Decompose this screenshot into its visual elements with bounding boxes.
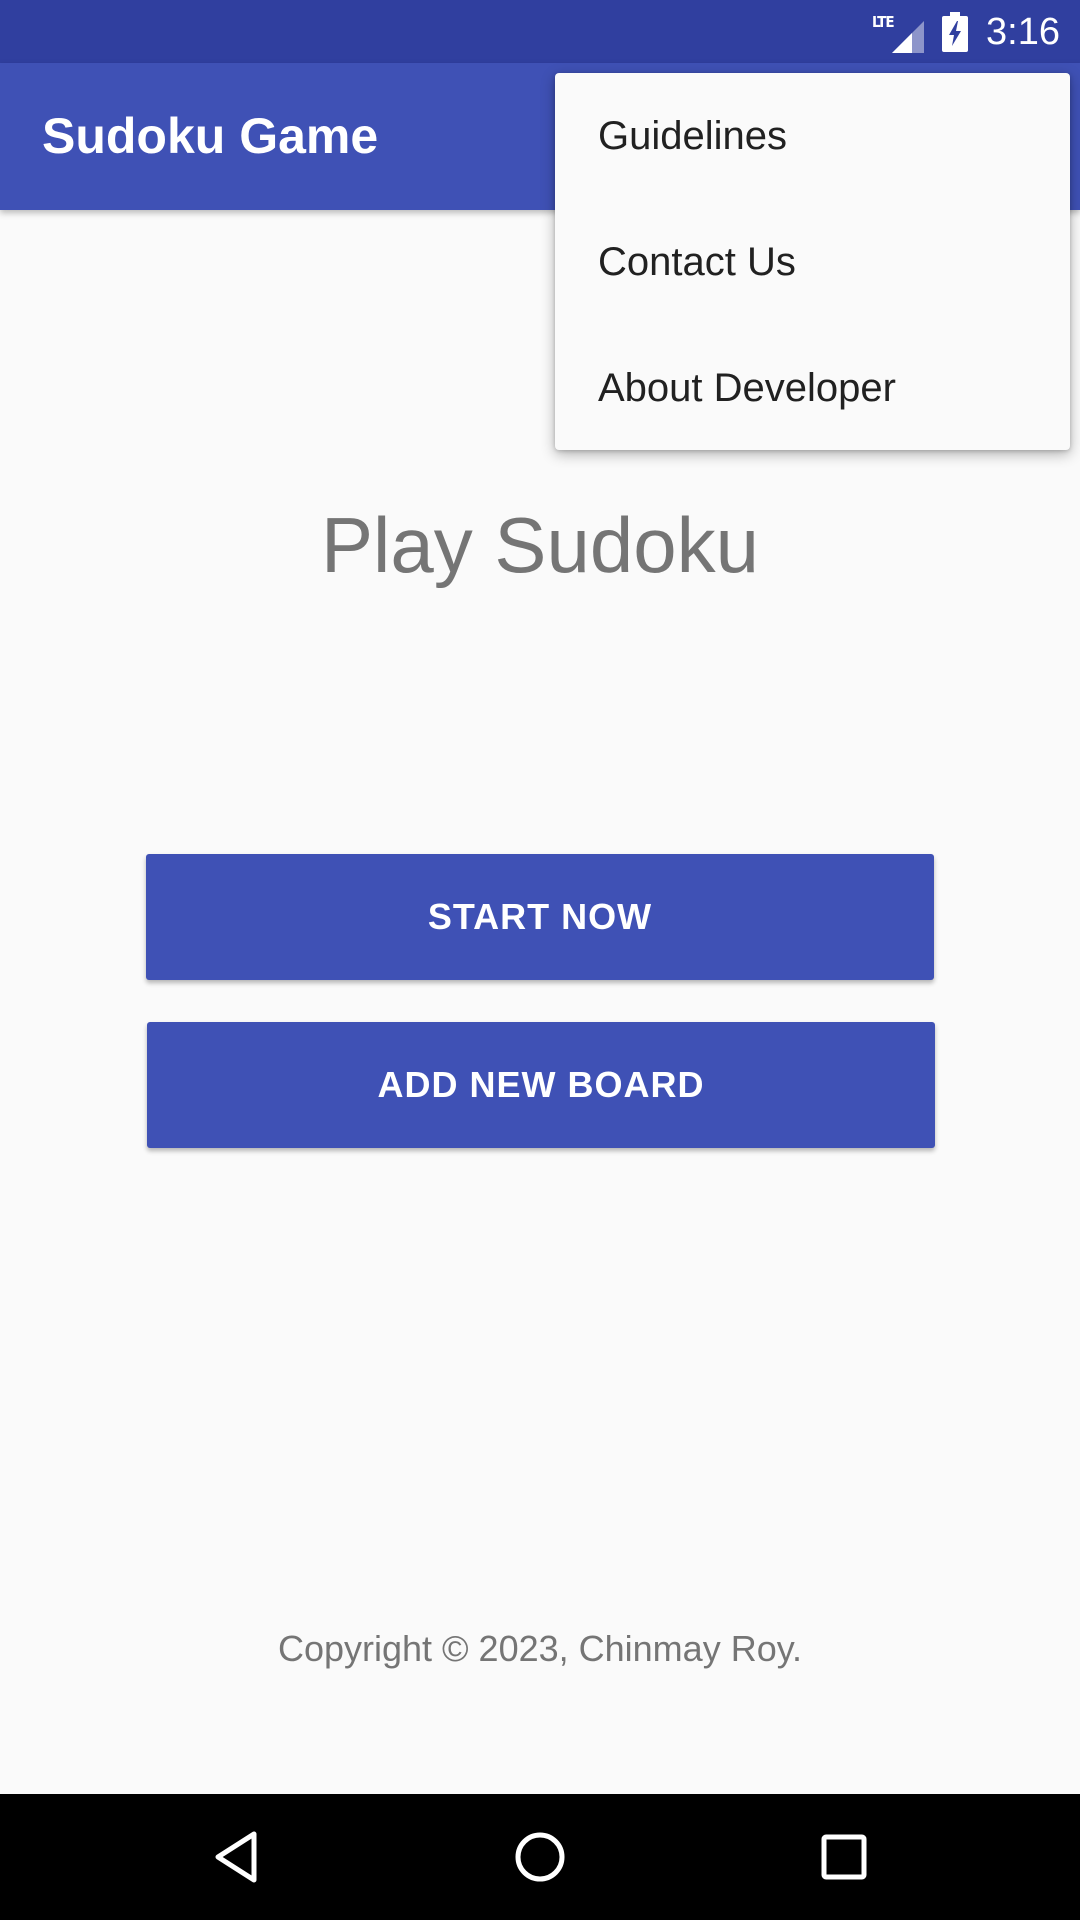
start-now-button[interactable]: START NOW — [146, 854, 934, 980]
menu-item-about-developer[interactable]: About Developer — [555, 325, 1070, 451]
menu-item-guidelines[interactable]: Guidelines — [555, 73, 1070, 199]
home-button[interactable] — [460, 1794, 620, 1920]
battery-charging-icon — [942, 11, 969, 52]
page-title: Play Sudoku — [321, 501, 759, 589]
status-bar: LTE 3:16 — [0, 0, 1080, 63]
back-button[interactable] — [156, 1794, 316, 1920]
app-title: Sudoku Game — [42, 108, 379, 164]
navigation-bar — [0, 1794, 1080, 1920]
network-type-label: LTE — [872, 12, 895, 31]
signal-strength-icon — [892, 20, 925, 53]
add-new-board-button[interactable]: ADD NEW BOARD — [147, 1022, 935, 1148]
lte-signal-icon: LTE — [872, 11, 925, 53]
recents-button[interactable] — [764, 1794, 924, 1920]
status-clock: 3:16 — [986, 10, 1060, 53]
status-icons: LTE 3:16 — [872, 0, 1060, 63]
home-icon — [515, 1832, 565, 1882]
menu-item-contact-us[interactable]: Contact Us — [555, 199, 1070, 325]
back-icon — [215, 1831, 257, 1883]
copyright-text: Copyright © 2023, Chinmay Roy. — [277, 1628, 803, 1669]
overflow-menu: Guidelines Contact Us About Developer — [555, 73, 1070, 450]
recents-icon — [821, 1834, 867, 1880]
